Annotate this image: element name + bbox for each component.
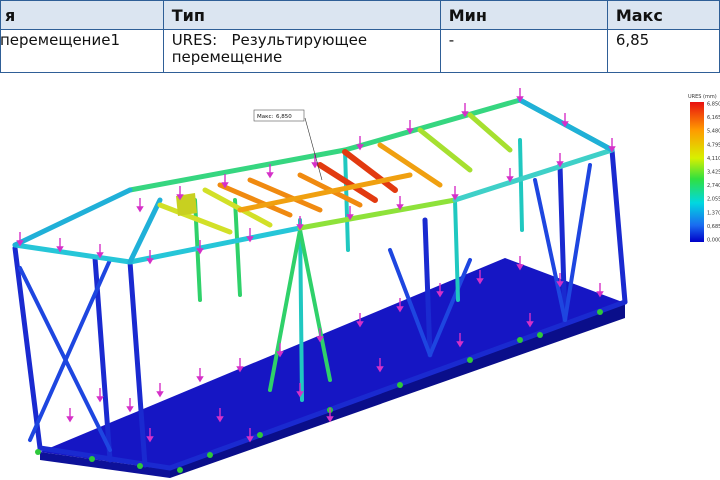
legend-tick-label: 0,000 (707, 238, 720, 244)
callout-value: 6,850 (276, 114, 292, 120)
table-header-row: я Тип Мин Макс (0, 0, 720, 30)
fea-result-view: Макс: 6,850 URES (mm) 6,850 6,165 5,480 4,7… (12, 87, 720, 478)
results-table: я Тип Мин Макс перемещение1 URES: Резуль… (0, 0, 720, 73)
max-callout: Макс: 6,850 (253, 109, 323, 181)
color-legend: URES (mm) 6,850 6,165 5,480 4,795 4,110 3,425… (688, 94, 720, 244)
header-type: Тип (162, 0, 441, 30)
cell-max: 6,85 (606, 29, 720, 73)
table-row: перемещение1 URES: Результирующее перемещ… (0, 29, 720, 73)
legend-tick-label: 4,110 (707, 156, 720, 162)
callout-label: Макс: (257, 114, 273, 120)
base-plate (40, 258, 625, 478)
legend-tick-label: 6,165 (707, 115, 720, 121)
legend-tick-label: 6,850 (707, 102, 720, 108)
legend-tick-label: 0,685 (707, 224, 720, 230)
legend-title: URES (mm) (688, 94, 717, 100)
cell-type-line2: перемещение (171, 48, 283, 66)
header-name: я (0, 0, 164, 30)
legend-tick-label: 3,425 (707, 170, 720, 176)
cell-type-line1: URES: Результирующее (171, 31, 368, 49)
cell-type: URES: Результирующее перемещение (162, 29, 441, 73)
header-min: Мин (439, 0, 608, 30)
legend-tick-label: 1,370 (707, 210, 720, 216)
cell-min: - (439, 29, 608, 73)
legend-tick-label: 2,055 (707, 197, 720, 203)
legend-tick-label: 2,740 (707, 183, 720, 189)
cell-study-name: перемещение1 (0, 29, 164, 73)
legend-tick-label: 4,795 (707, 142, 720, 148)
header-max: Макс (606, 0, 720, 30)
legend-tick-label: 5,480 (707, 129, 720, 135)
